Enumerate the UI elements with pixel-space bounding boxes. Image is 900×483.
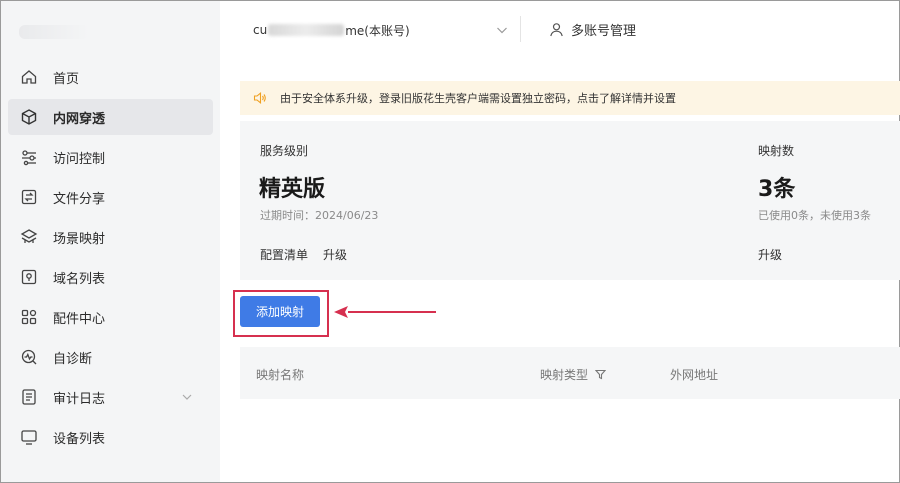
sidebar-item-device-list[interactable]: 设备列表	[8, 419, 213, 455]
scene-icon	[20, 228, 38, 246]
account-name-redacted	[268, 24, 345, 36]
notice-text: 由于安全体系升级，登录旧版花生壳客户端需设置独立密码，点击了解详情并设置	[280, 92, 676, 105]
arrow-annotation-icon	[334, 306, 436, 318]
account-name-suffix: me(本账号)	[345, 23, 410, 38]
config-list-link[interactable]: 配置清单	[260, 246, 308, 263]
mapping-count-value: 3条	[758, 177, 796, 202]
mapping-table-header: 映射名称 映射类型 外网地址	[240, 347, 900, 399]
sidebar-item-access-control[interactable]: 访问控制	[8, 139, 213, 175]
speaker-icon	[253, 92, 266, 104]
column-label: 映射类型	[540, 368, 589, 382]
sidebar: 首页 内网穿透 访问控制 文件分享 场景映射 域名列表 配件中心 自诊断 审计日…	[1, 1, 220, 482]
home-icon	[20, 68, 38, 86]
sidebar-item-label: 访问控制	[53, 151, 106, 167]
mapping-count-label: 映射数	[758, 144, 795, 158]
sidebar-item-label: 内网穿透	[53, 111, 106, 127]
monitor-icon	[20, 428, 38, 446]
service-level-label: 服务级别	[260, 144, 309, 158]
service-level-value: 精英版	[259, 177, 326, 202]
chevron-down-icon[interactable]	[496, 24, 508, 36]
sidebar-item-intranet-penetration[interactable]: 内网穿透	[8, 99, 213, 135]
sidebar-item-label: 审计日志	[53, 391, 106, 407]
log-icon	[20, 388, 38, 406]
sidebar-item-scene-mapping[interactable]: 场景映射	[8, 219, 213, 255]
sidebar-item-accessory-center[interactable]: 配件中心	[8, 299, 213, 335]
column-header-public-address: 外网地址	[670, 366, 718, 383]
upgrade-link[interactable]: 升级	[323, 246, 347, 263]
diagnose-icon	[20, 348, 38, 366]
domain-icon	[20, 268, 38, 286]
multi-account-label: 多账号管理	[571, 23, 637, 39]
sidebar-item-label: 自诊断	[53, 351, 93, 367]
column-header-mapping-name: 映射名称	[256, 366, 304, 383]
expiry-date: 过期时间：2024/06/23	[260, 209, 379, 222]
filter-icon[interactable]	[595, 369, 607, 380]
sidebar-item-label: 配件中心	[53, 311, 106, 327]
column-label: 外网地址	[670, 368, 719, 382]
sidebar-item-self-diagnosis[interactable]: 自诊断	[8, 339, 213, 375]
cube-icon	[20, 108, 38, 126]
user-icon	[550, 22, 563, 36]
file-share-icon	[20, 188, 38, 206]
chevron-down-icon[interactable]	[181, 391, 193, 403]
column-header-mapping-type[interactable]: 映射类型	[540, 366, 607, 383]
sidebar-item-domain-list[interactable]: 域名列表	[8, 259, 213, 295]
account-name-prefix: cu	[253, 23, 268, 37]
notice-banner[interactable]: 由于安全体系升级，登录旧版花生壳客户端需设置独立密码，点击了解详情并设置	[240, 81, 900, 115]
service-card: 服务级别 精英版 过期时间：2024/06/23 配置清单 升级 映射数 3条 …	[240, 121, 900, 280]
sidebar-logo	[19, 25, 89, 39]
account-select[interactable]: cu me(本账号)	[242, 10, 517, 50]
sidebar-item-label: 首页	[53, 71, 80, 87]
sidebar-item-label: 场景映射	[53, 231, 106, 247]
header-divider	[520, 16, 521, 42]
sidebar-item-label: 设备列表	[53, 431, 106, 447]
sidebar-item-home[interactable]: 首页	[8, 59, 213, 95]
grid-icon	[20, 308, 38, 326]
sliders-icon	[20, 148, 38, 166]
multi-account-button[interactable]: 多账号管理	[549, 18, 636, 40]
sidebar-item-label: 文件分享	[53, 191, 106, 207]
sidebar-item-label: 域名列表	[53, 271, 106, 287]
add-mapping-button[interactable]: 添加映射	[240, 296, 320, 327]
sidebar-item-audit-log[interactable]: 审计日志	[8, 379, 213, 415]
mapping-usage: 已使用0条，未使用3条	[758, 209, 871, 222]
sidebar-item-file-share[interactable]: 文件分享	[8, 179, 213, 215]
column-label: 映射名称	[256, 368, 305, 382]
mapping-upgrade-link[interactable]: 升级	[758, 246, 782, 263]
